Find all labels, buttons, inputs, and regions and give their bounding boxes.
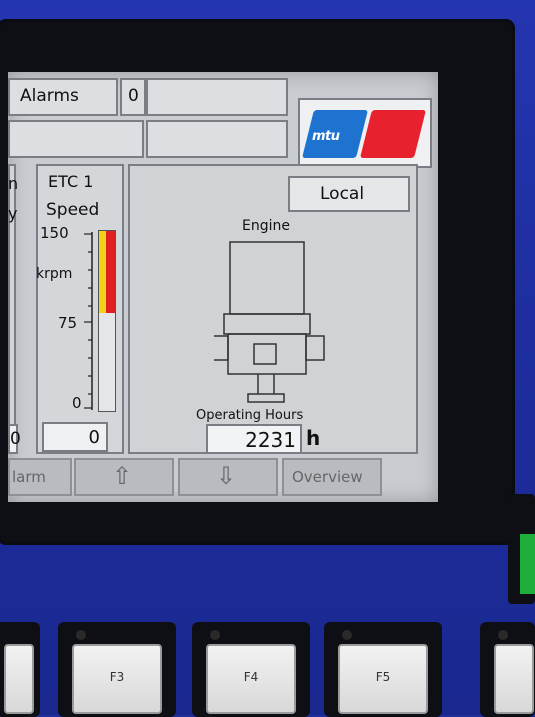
overview-softkey[interactable]: Overview	[282, 458, 382, 496]
logo-red-block	[360, 110, 426, 158]
alarm-softkey[interactable]: larm	[8, 458, 72, 496]
hours-value: 2231	[245, 428, 296, 452]
left-partial-top: n	[8, 174, 19, 193]
mode-button[interactable]: Local	[288, 176, 410, 212]
f5-key-label: F5	[375, 670, 391, 684]
overview-softkey-label: Overview	[292, 468, 363, 486]
f3-key-face: F3	[72, 644, 162, 714]
hmi-screen: Alarms 0 mtu n y 0 ETC 1 Speed 150 krpm …	[8, 72, 438, 502]
gauge-scale	[84, 232, 93, 410]
fkey-partial-left-face	[4, 644, 34, 714]
f5-key[interactable]: F5	[324, 622, 442, 717]
alarms-count: 0	[128, 86, 139, 106]
left-partial-second: y	[8, 204, 18, 223]
f4-led	[210, 630, 220, 640]
alarms-box[interactable]: Alarms	[8, 78, 118, 116]
gauge-value-box: 0	[42, 422, 108, 452]
gauge-bar	[98, 230, 116, 412]
mode-label: Local	[320, 184, 365, 204]
f5-led	[342, 630, 352, 640]
alarm-softkey-label: larm	[12, 468, 46, 486]
gauge-yellow-zone	[99, 231, 106, 313]
f3-led	[76, 630, 86, 640]
status-box-2	[8, 120, 144, 158]
etc1-speed-gauge: ETC 1 Speed 150 krpm 75 0	[36, 164, 124, 454]
gauge-subtitle: Speed	[46, 200, 100, 220]
up-arrow-icon: ⇧	[112, 462, 133, 490]
logo-text: mtu	[312, 129, 340, 144]
fkey-partial-right[interactable]	[480, 622, 535, 717]
down-softkey[interactable]: ⇩	[178, 458, 278, 496]
gauge-tick-150: 150	[40, 224, 69, 242]
engine-diagram-icon	[214, 241, 325, 403]
gauge-red-zone	[106, 231, 115, 313]
f4-key-face: F4	[206, 644, 296, 714]
f4-key[interactable]: F4	[192, 622, 310, 717]
engine-label: Engine	[242, 218, 290, 234]
status-indicator-housing	[508, 494, 535, 604]
alarms-label: Alarms	[20, 86, 79, 106]
hours-unit: h	[306, 426, 321, 450]
gauge-tick-75: 75	[58, 314, 78, 332]
fkey-partial-right-led	[498, 630, 508, 640]
f5-key-face: F5	[338, 644, 428, 714]
mtu-logo: mtu	[298, 98, 432, 168]
gauge-value: 0	[88, 427, 100, 448]
left-partial-value: 0	[10, 429, 21, 449]
alarms-count-box: 0	[120, 78, 146, 116]
down-arrow-icon: ⇩	[216, 462, 237, 490]
f3-key[interactable]: F3	[58, 622, 176, 717]
status-green-light	[520, 534, 535, 594]
left-partial-value-box: 0	[8, 424, 21, 454]
fkey-partial-right-face	[494, 644, 534, 714]
gauge-tick-0: 0	[72, 394, 82, 412]
hours-value-box: 2231	[206, 424, 302, 454]
gauge-unit: krpm	[36, 266, 73, 282]
status-box-3	[146, 120, 288, 158]
fkey-partial-left[interactable]	[0, 622, 40, 717]
engine-panel: Local Engine Operating Hours	[128, 164, 418, 454]
f3-key-label: F3	[109, 670, 125, 684]
hours-label: Operating Hours	[196, 408, 304, 423]
up-softkey[interactable]: ⇧	[74, 458, 174, 496]
status-box-1	[146, 78, 288, 116]
f4-key-label: F4	[243, 670, 259, 684]
gauge-title: ETC 1	[48, 172, 94, 191]
